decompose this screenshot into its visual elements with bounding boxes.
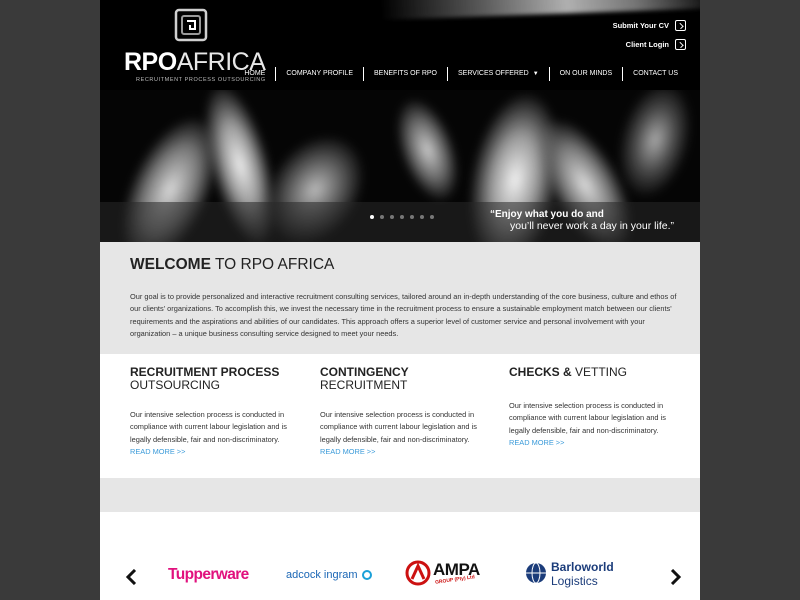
service-body: Our intensive selection process is condu… (509, 401, 666, 448)
external-arrow-icon (675, 39, 686, 50)
welcome-title: WELCOME TO RPO AFRICA (130, 256, 335, 273)
welcome-section: WELCOME TO RPO AFRICA Our goal is to pro… (100, 242, 700, 354)
barloworld-subline: Logistics (551, 574, 598, 588)
read-more-link[interactable]: READ MORE >> (320, 447, 375, 456)
service-title: CHECKS & VETTING (509, 365, 628, 379)
barloworld-wordmark: Barloworld (551, 560, 614, 574)
slider-dot[interactable] (430, 215, 434, 219)
submit-cv-link[interactable]: Submit Your CV (613, 20, 686, 31)
slider-dot[interactable] (390, 215, 394, 219)
slider-dot[interactable] (370, 215, 374, 219)
chevron-down-icon: ▼ (532, 71, 539, 77)
adcock-wordmark: adcock ingram (286, 569, 358, 581)
chevron-left-icon[interactable] (125, 569, 137, 585)
logo-mark-icon (174, 8, 208, 42)
main-nav: HOME COMPANY PROFILE BENEFITS OF RPO SER… (234, 67, 688, 81)
services-section: RECRUITMENT PROCESS OUTSOURCING Our inte… (100, 354, 700, 478)
nav-item-home[interactable]: HOME (234, 67, 275, 81)
chevron-right-icon[interactable] (670, 569, 682, 585)
service-card-rpo: RECRUITMENT PROCESS OUTSOURCING Our inte… (130, 366, 300, 459)
barloworld-globe-icon (526, 562, 546, 584)
service-card-contingency: CONTINGENCY RECRUITMENT Our intensive se… (320, 366, 490, 459)
nav-item-company-profile[interactable]: COMPANY PROFILE (275, 67, 363, 81)
ampa-emblem-icon (405, 560, 431, 586)
client-logo-ampa[interactable]: AMPA GROUP (Pty) Ltd (405, 556, 505, 590)
slider-dot[interactable] (380, 215, 384, 219)
service-subtitle: RECRUITMENT (320, 378, 408, 392)
service-body: Our intensive selection process is condu… (130, 410, 287, 457)
service-subtitle: OUTSOURCING (130, 378, 220, 392)
slider-dot[interactable] (420, 215, 424, 219)
section-divider-band (100, 478, 700, 512)
slider-dots (370, 215, 434, 219)
page-wrapper: RPOAFRICA RECRUITMENT PROCESS OUTSOURCIN… (100, 0, 700, 600)
service-card-checks-vetting: CHECKS & VETTING Our intensive selection… (509, 366, 679, 450)
hero-quote-line1: “Enjoy what you do and (490, 209, 604, 220)
nav-item-contact-us[interactable]: CONTACT US (622, 67, 688, 81)
client-login-link[interactable]: Client Login (626, 39, 686, 50)
read-more-link[interactable]: READ MORE >> (130, 447, 185, 456)
client-logos-carousel: Tupperware adcock ingram AMPA GROUP (Pty… (100, 512, 700, 600)
adcock-ring-icon (361, 570, 372, 580)
client-logo-adcock-ingram[interactable]: adcock ingram (286, 558, 372, 592)
hero-slider: “Enjoy what you do and you’ll never work… (100, 90, 700, 242)
welcome-body: Our goal is to provide personalized and … (130, 292, 677, 339)
service-body: Our intensive selection process is condu… (320, 410, 477, 457)
hero-quote: “Enjoy what you do and you’ll never work… (490, 209, 674, 232)
site-header: RPOAFRICA RECRUITMENT PROCESS OUTSOURCIN… (100, 0, 700, 90)
header-brush-decoration (379, 0, 700, 20)
read-more-link[interactable]: READ MORE >> (509, 438, 564, 447)
external-arrow-icon (675, 20, 686, 31)
client-login-label: Client Login (625, 40, 669, 49)
nav-item-services-label: SERVICES OFFERED (458, 70, 529, 77)
nav-item-on-our-minds[interactable]: ON OUR MINDS (548, 67, 623, 81)
hero-swirl (382, 90, 473, 212)
nav-item-benefits-of-rpo[interactable]: BENEFITS OF RPO (363, 67, 447, 81)
client-logo-tupperware[interactable]: Tupperware (168, 558, 249, 592)
submit-cv-label: Submit Your CV (612, 21, 669, 30)
client-logo-barloworld[interactable]: Barloworld Logistics (525, 557, 625, 591)
slider-dot[interactable] (400, 215, 404, 219)
slider-dot[interactable] (410, 215, 414, 219)
nav-item-services-offered[interactable]: SERVICES OFFERED ▼ (447, 67, 549, 81)
tupperware-wordmark: Tupperware (168, 566, 249, 583)
hero-quote-line2: you’ll never work a day in your life.” (510, 220, 674, 232)
